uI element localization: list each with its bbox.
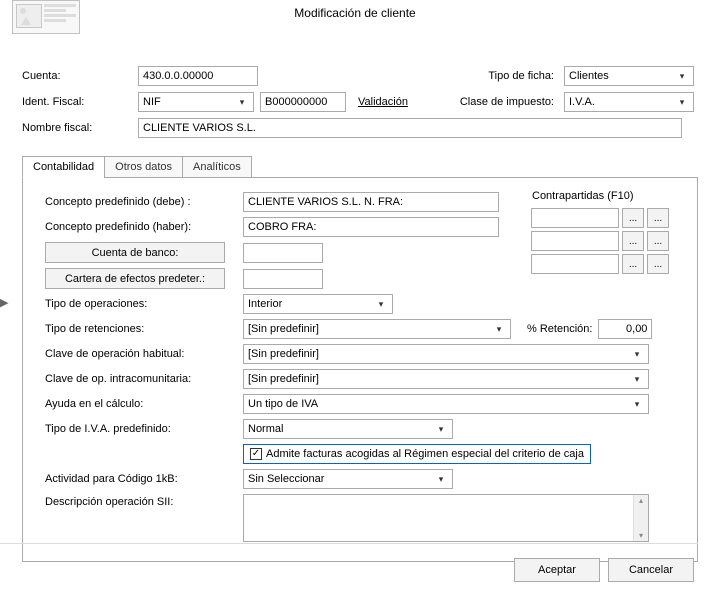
- contrapartida-2-extra-button[interactable]: ...: [647, 231, 669, 251]
- nombre-fiscal-input[interactable]: [138, 118, 682, 138]
- ayuda-calculo-label: Ayuda en el cálculo:: [45, 398, 237, 410]
- ident-fiscal-label: Ident. Fiscal:: [22, 96, 132, 108]
- aceptar-button[interactable]: Aceptar: [514, 558, 600, 582]
- cancelar-button[interactable]: Cancelar: [608, 558, 694, 582]
- actividad-1kb-label: Actividad para Código 1kB:: [45, 473, 237, 485]
- contrapartida-3-input[interactable]: [531, 254, 619, 274]
- actividad-1kb-select[interactable]: Sin Seleccionar ▾: [243, 469, 453, 489]
- checkbox-checked-icon: ✓: [250, 448, 262, 460]
- ident-fiscal-type-select[interactable]: NIF ▾: [138, 92, 254, 112]
- cuenta-input[interactable]: [138, 66, 258, 86]
- header-form: Cuenta: Tipo de ficha: Clientes ▾ Ident.…: [22, 66, 694, 138]
- header-logo-placeholder: [12, 0, 80, 34]
- contrapartidas-title: Contrapartidas (F10): [531, 190, 683, 202]
- contrapartida-3-browse-button[interactable]: ...: [622, 254, 644, 274]
- clase-impuesto-label: Clase de impuesto:: [444, 96, 554, 108]
- pct-retencion-label: % Retención:: [527, 323, 592, 335]
- cuenta-label: Cuenta:: [22, 70, 132, 82]
- tipo-iva-predefinido-label: Tipo de I.V.A. predefinido:: [45, 423, 237, 435]
- nombre-fiscal-label: Nombre fiscal:: [22, 122, 132, 134]
- clave-intracomunitaria-label: Clave de op. intracomunitaria:: [45, 373, 237, 385]
- dialog-footer: Aceptar Cancelar: [514, 546, 694, 582]
- chevron-down-icon: ▾: [630, 374, 644, 385]
- contrapartida-2-input[interactable]: [531, 231, 619, 251]
- chevron-down-icon: ▾: [675, 71, 689, 82]
- tipo-ficha-label: Tipo de ficha:: [464, 70, 554, 82]
- chevron-down-icon: ▾: [374, 299, 388, 310]
- cartera-efectos-button[interactable]: Cartera de efectos predeter.:: [45, 268, 225, 289]
- tipo-ficha-select[interactable]: Clientes ▾: [564, 66, 694, 86]
- tipo-iva-predefinido-select[interactable]: Normal ▾: [243, 419, 453, 439]
- tab-panel-contabilidad: Contrapartidas (F10) ... ... ... ... ...…: [22, 177, 698, 562]
- validacion-link[interactable]: Validación: [358, 96, 408, 108]
- clave-operacion-habitual-select[interactable]: [Sin predefinir] ▾: [243, 344, 649, 364]
- scrollbar[interactable]: ▴ ▾: [633, 495, 648, 541]
- contrapartida-1-input[interactable]: [531, 208, 619, 228]
- concepto-haber-label: Concepto predefinido (haber):: [45, 221, 237, 233]
- tipo-retenciones-label: Tipo de retenciones:: [45, 323, 237, 335]
- tipo-retenciones-select[interactable]: [Sin predefinir] ▾: [243, 319, 511, 339]
- chevron-right-icon: ▶: [0, 296, 8, 309]
- contrapartida-1-extra-button[interactable]: ...: [647, 208, 669, 228]
- chevron-down-icon: ▾: [492, 324, 506, 335]
- descripcion-sii-textarea[interactable]: ▴ ▾: [243, 494, 649, 542]
- tab-analiticos[interactable]: Analíticos: [182, 156, 252, 178]
- contrapartidas-group: Contrapartidas (F10) ... ... ... ... ...…: [531, 190, 683, 277]
- contrapartida-2-browse-button[interactable]: ...: [622, 231, 644, 251]
- chevron-down-icon: ▾: [235, 97, 249, 108]
- chevron-down-icon: ▾: [434, 474, 448, 485]
- cuenta-banco-input[interactable]: [243, 243, 323, 263]
- criterio-caja-label: Admite facturas acogidas al Régimen espe…: [266, 448, 584, 460]
- cuenta-banco-button[interactable]: Cuenta de banco:: [45, 242, 225, 263]
- clave-operacion-habitual-label: Clave de operación habitual:: [45, 348, 237, 360]
- chevron-up-icon: ▴: [639, 496, 643, 505]
- tipo-operaciones-select[interactable]: Interior ▾: [243, 294, 393, 314]
- tipo-operaciones-label: Tipo de operaciones:: [45, 298, 237, 310]
- ident-fiscal-value-input[interactable]: [260, 92, 346, 112]
- tab-bar: Contabilidad Otros datos Analíticos: [22, 156, 698, 178]
- contrapartida-3-extra-button[interactable]: ...: [647, 254, 669, 274]
- concepto-debe-input[interactable]: [243, 192, 499, 212]
- clave-intracomunitaria-select[interactable]: [Sin predefinir] ▾: [243, 369, 649, 389]
- chevron-down-icon: ▾: [434, 424, 448, 435]
- pct-retencion-input[interactable]: [598, 319, 652, 339]
- criterio-caja-checkbox-wrap[interactable]: ✓ Admite facturas acogidas al Régimen es…: [243, 444, 591, 464]
- concepto-debe-label: Concepto predefinido (debe) :: [45, 196, 237, 208]
- chevron-down-icon: ▾: [630, 399, 644, 410]
- descripcion-sii-label: Descripción operación SII:: [45, 494, 237, 508]
- clase-impuesto-select[interactable]: I.V.A. ▾: [564, 92, 694, 112]
- dialog-title: Modificación de cliente: [0, 0, 710, 22]
- chevron-down-icon: ▾: [630, 349, 644, 360]
- ayuda-calculo-select[interactable]: Un tipo de IVA ▾: [243, 394, 649, 414]
- chevron-down-icon: ▾: [675, 97, 689, 108]
- chevron-down-icon: ▾: [639, 531, 643, 540]
- cartera-efectos-input[interactable]: [243, 269, 323, 289]
- contrapartida-1-browse-button[interactable]: ...: [622, 208, 644, 228]
- tab-contabilidad[interactable]: Contabilidad: [22, 156, 105, 178]
- concepto-haber-input[interactable]: [243, 217, 499, 237]
- tab-otros-datos[interactable]: Otros datos: [104, 156, 183, 178]
